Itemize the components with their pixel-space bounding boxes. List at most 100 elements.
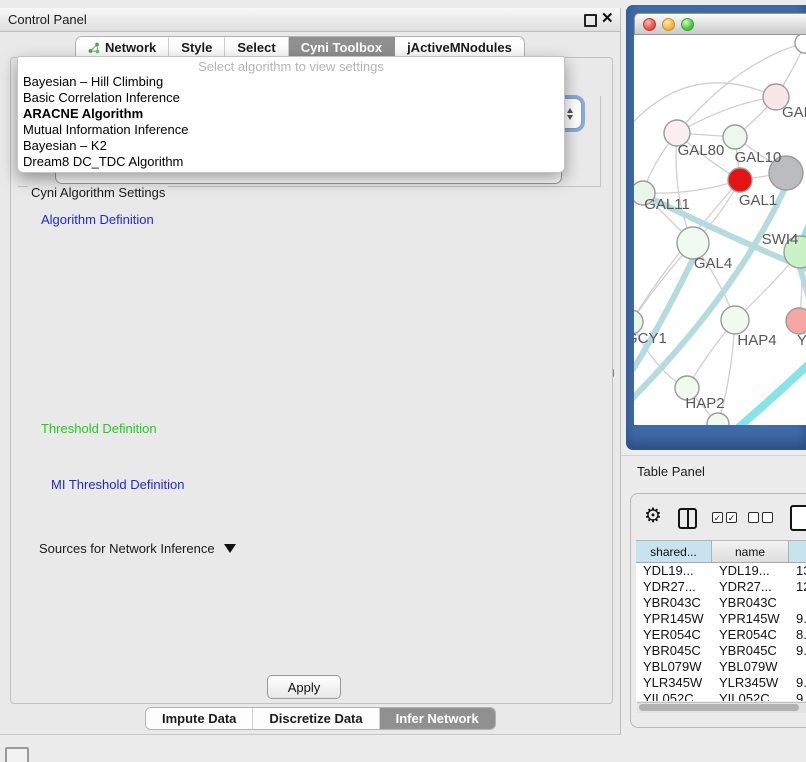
tab-cyni-toolbox[interactable]: Cyni Toolbox <box>289 37 395 58</box>
network-node-label: Y <box>797 332 806 349</box>
table-row[interactable]: YBL079WYBL079W <box>636 659 806 675</box>
group-title: MI Threshold Definition <box>48 477 187 492</box>
group-title: Algorithm Definition <box>38 212 157 227</box>
table-body: YDL19...YDL19...13YDR27...YDR27...12YBR0… <box>636 563 806 701</box>
tab-label: jActiveMNodules <box>407 40 512 55</box>
table-cell: YBR045C <box>636 643 712 659</box>
column-header[interactable]: shared... <box>636 541 712 563</box>
function-builder-icon[interactable] <box>790 505 806 531</box>
tab-discretize-data[interactable]: Discretize Data <box>253 708 379 729</box>
column-header[interactable]: name <box>712 541 789 563</box>
column-header[interactable] <box>789 541 806 563</box>
network-node-label: GAL <box>782 104 806 121</box>
network-node[interactable] <box>723 125 747 149</box>
group-title: Cyni Algorithm Settings <box>28 185 168 200</box>
network-node-label: SWI4 <box>762 231 799 248</box>
tab-label: Infer Network <box>396 711 479 726</box>
sources-group-title[interactable]: Sources for Network Inference <box>36 541 239 556</box>
columns-icon[interactable] <box>678 508 697 529</box>
table-cell: YER054C <box>712 627 789 643</box>
network-window-titlebar[interactable] <box>634 13 806 35</box>
table-cell <box>789 659 806 675</box>
tab-network[interactable]: Network <box>76 37 169 58</box>
table-cell: 12 <box>789 579 806 595</box>
table-cell: YLR345W <box>712 675 789 691</box>
table-panel-divider <box>621 455 806 456</box>
group-title: Threshold Definition <box>38 421 160 436</box>
float-window-icon[interactable] <box>584 14 597 27</box>
algorithm-option[interactable]: Dream8 DC_TDC Algorithm <box>18 154 564 170</box>
select-all-checkbox-icon[interactable]: ✓ <box>712 512 723 523</box>
table-row[interactable]: YBR043CYBR043C <box>636 595 806 611</box>
algorithm-option[interactable]: Basic Correlation Inference <box>18 90 564 106</box>
group-title: Sources for Network Inference <box>39 541 215 556</box>
tab-style[interactable]: Style <box>169 37 225 58</box>
table-cell: YBR043C <box>636 595 712 611</box>
table-panel-title: Table Panel <box>637 464 705 479</box>
tab-label: Network <box>105 40 156 55</box>
close-icon[interactable]: ✕ <box>601 10 614 28</box>
bottom-tabbar: Impute Data Discretize Data Infer Networ… <box>145 707 496 730</box>
minimize-traffic-light[interactable] <box>662 18 675 31</box>
deselect-all-checkbox-icon[interactable] <box>762 512 773 523</box>
network-canvas[interactable]: GALGAL80GAL10GAL1GAL11SWI4GAL4GCY1HAP4YH… <box>634 35 806 425</box>
table-row[interactable]: YPR145WYPR145W9. <box>636 611 806 627</box>
algorithm-option[interactable]: Bayesian – K2 <box>18 138 564 154</box>
table-row[interactable]: YIL052CYIL052C9. <box>636 691 806 701</box>
tab-infer-network[interactable]: Infer Network <box>380 708 495 729</box>
select-all-checkbox-icon[interactable]: ✓ <box>726 512 737 523</box>
network-node-label: GAL80 <box>678 142 725 159</box>
table-cell: YLR345W <box>636 675 712 691</box>
table-row[interactable]: YLR345WYLR345W9. <box>636 675 806 691</box>
table-row[interactable]: YER054CYER054C8. <box>636 627 806 643</box>
table-hscrollbar-thumb[interactable] <box>639 704 799 711</box>
network-node-label: GAL10 <box>735 149 782 166</box>
tab-jactivemnodules[interactable]: jActiveMNodules <box>395 37 524 58</box>
gear-icon[interactable]: ⚙ <box>644 504 662 528</box>
table-cell: YDL19... <box>712 563 789 579</box>
close-traffic-light[interactable] <box>643 18 656 31</box>
node-attribute-table: shared...name YDL19...YDL19...13YDR27...… <box>636 540 806 701</box>
table-cell: YDR27... <box>712 579 789 595</box>
tab-label: Discretize Data <box>269 711 362 726</box>
table-cell: YBL079W <box>636 659 712 675</box>
network-node[interactable] <box>795 35 806 53</box>
network-node[interactable] <box>721 306 749 334</box>
collapsed-panel-icon[interactable] <box>5 747 29 762</box>
table-cell: YPR145W <box>712 611 789 627</box>
table-row[interactable]: YBR045CYBR045C9. <box>636 643 806 659</box>
table-cell: 9. <box>789 643 806 659</box>
table-header-row: shared...name <box>636 541 806 563</box>
apply-button[interactable]: Apply <box>267 675 341 699</box>
algorithm-option[interactable]: Bayesian – Hill Climbing <box>18 74 564 90</box>
algorithm-list: Bayesian – Hill ClimbingBasic Correlatio… <box>18 74 564 170</box>
network-node-label: GAL11 <box>644 196 690 213</box>
table-row[interactable]: YDL19...YDL19...13 <box>636 563 806 579</box>
network-node-label: GCY1 <box>634 330 667 347</box>
network-edge <box>643 180 740 193</box>
zoom-traffic-light[interactable] <box>681 18 694 31</box>
table-cell: 9. <box>789 611 806 627</box>
network-node-label: HAP2 <box>685 395 724 412</box>
collapse-arrow-icon <box>224 544 236 553</box>
deselect-all-checkbox-icon[interactable] <box>748 512 759 523</box>
tab-impute-data[interactable]: Impute Data <box>146 708 253 729</box>
table-cell: 9. <box>789 691 806 701</box>
table-cell: YBR043C <box>712 595 789 611</box>
algorithm-option[interactable]: Mutual Information Inference <box>18 122 564 138</box>
table-cell: YBR045C <box>712 643 789 659</box>
table-cell: YDL19... <box>636 563 712 579</box>
network-node[interactable] <box>728 168 752 192</box>
table-cell: 9. <box>789 675 806 691</box>
dropdown-hint: Select algorithm to view settings <box>18 59 564 74</box>
tab-label: Style <box>181 40 212 55</box>
table-cell: YPR145W <box>636 611 712 627</box>
network-edge <box>634 83 776 130</box>
table-cell: YDR27... <box>636 579 712 595</box>
network-node-label: HAP4 <box>737 332 776 349</box>
table-cell: 8. <box>789 627 806 643</box>
algorithm-option[interactable]: ARACNE Algorithm <box>18 106 564 122</box>
network-node[interactable] <box>786 308 806 334</box>
tab-select[interactable]: Select <box>225 37 288 58</box>
table-row[interactable]: YDR27...YDR27...12 <box>636 579 806 595</box>
